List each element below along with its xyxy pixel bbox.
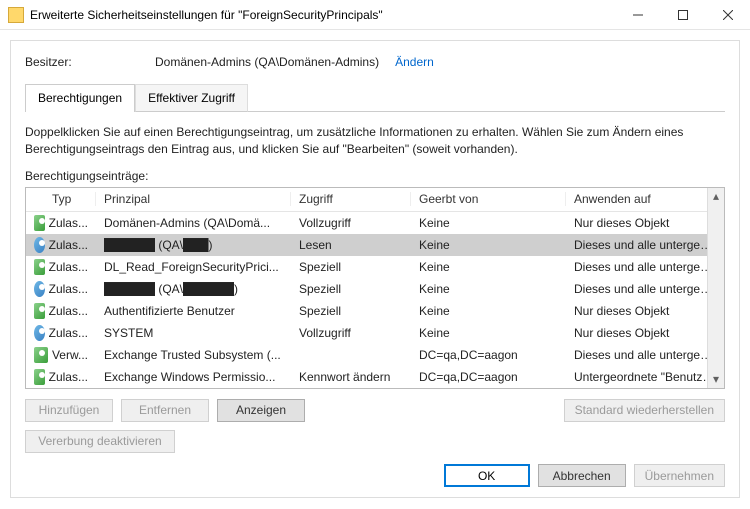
user-icon (34, 281, 45, 297)
cell-inherited: Keine (411, 216, 566, 230)
cell-apply: Nur dieses Objekt (566, 216, 724, 230)
group-icon (34, 215, 45, 231)
window-controls (615, 0, 750, 29)
cell-apply: Dieses und alle untergeordnet... (566, 348, 724, 362)
user-icon (34, 237, 45, 253)
col-type[interactable]: Typ (26, 192, 96, 206)
folder-icon (8, 7, 24, 23)
main-panel: Besitzer: Domänen-Admins (QA\Domänen-Adm… (10, 40, 740, 498)
scroll-up-icon[interactable]: ▴ (708, 188, 724, 205)
col-apply[interactable]: Anwenden auf (566, 192, 724, 206)
cell-principal: Domänen-Admins (QA\Domä... (96, 216, 291, 230)
cell-inherited: Keine (411, 260, 566, 274)
cell-inherited: Keine (411, 282, 566, 296)
owner-change-link[interactable]: Ändern (395, 55, 434, 69)
cell-type: Zulas... (49, 216, 88, 230)
entries-label: Berechtigungseinträge: (25, 169, 725, 183)
apply-button[interactable]: Übernehmen (634, 464, 725, 487)
ok-button[interactable]: OK (444, 464, 530, 487)
table-row[interactable]: Zulas... Authentifizierte BenutzerSpeziel… (26, 300, 724, 322)
col-access[interactable]: Zugriff (291, 192, 411, 206)
table-row[interactable]: Zulas... SYSTEMVollzugriffKeineNur dieses… (26, 322, 724, 344)
cell-principal: ██████ (QA\███) (96, 238, 291, 252)
cancel-button[interactable]: Abbrechen (538, 464, 626, 487)
cell-access: Speziell (291, 304, 411, 318)
dialog-footer: OK Abbrechen Übernehmen (25, 454, 725, 487)
col-inherited[interactable]: Geerbt von (411, 192, 566, 206)
user-icon (34, 325, 45, 341)
cell-principal: Exchange Trusted Subsystem (... (96, 348, 291, 362)
cell-type: Zulas... (49, 304, 88, 318)
table-row[interactable]: Zulas... ██████ (QA\██████)SpeziellKeineD… (26, 278, 724, 300)
cell-access: Speziell (291, 260, 411, 274)
minimize-button[interactable] (615, 0, 660, 29)
owner-value: Domänen-Admins (QA\Domänen-Admins) (155, 55, 379, 69)
cell-principal: ██████ (QA\██████) (96, 282, 291, 296)
owner-label: Besitzer: (25, 55, 155, 69)
cell-inherited: Keine (411, 238, 566, 252)
cell-type: Zulas... (49, 326, 88, 340)
cell-principal: Exchange Windows Permissio... (96, 370, 291, 384)
cell-type: Zulas... (49, 260, 88, 274)
cell-inherited: Keine (411, 326, 566, 340)
cell-access: Speziell (291, 282, 411, 296)
view-button[interactable]: Anzeigen (217, 399, 305, 422)
cell-type: Zulas... (49, 370, 88, 384)
group-icon (34, 259, 45, 275)
disable-inheritance-button[interactable]: Vererbung deaktivieren (25, 430, 175, 453)
table-row[interactable]: Zulas... Exchange Windows Permissio...Ken… (26, 366, 724, 388)
owner-row: Besitzer: Domänen-Admins (QA\Domänen-Adm… (25, 55, 725, 69)
cell-principal: SYSTEM (96, 326, 291, 340)
cell-access: Vollzugriff (291, 216, 411, 230)
cell-apply: Untergeordnete "Benutzer"-O... (566, 370, 724, 384)
tabs: Berechtigungen Effektiver Zugriff (25, 83, 725, 112)
cell-type: Zulas... (49, 282, 88, 296)
cell-apply: Dieses und alle untergeordnet... (566, 282, 724, 296)
group-icon (34, 347, 48, 363)
table-row[interactable]: Zulas... DL_Read_ForeignSecurityPrici...S… (26, 256, 724, 278)
scrollbar[interactable]: ▴ ▾ (707, 188, 724, 388)
cell-apply: Nur dieses Objekt (566, 304, 724, 318)
table-row[interactable]: Zulas... ██████ (QA\███)LesenKeineDieses … (26, 234, 724, 256)
cell-inherited: DC=qa,DC=aagon (411, 348, 566, 362)
group-icon (34, 369, 45, 385)
scroll-down-icon[interactable]: ▾ (708, 371, 724, 388)
cell-type: Verw... (52, 348, 88, 362)
cell-access: Kennwort ändern (291, 370, 411, 384)
cell-principal: Authentifizierte Benutzer (96, 304, 291, 318)
action-buttons-row: Hinzufügen Entfernen Anzeigen Standard w… (25, 399, 725, 422)
cell-apply: Nur dieses Objekt (566, 326, 724, 340)
titlebar: Erweiterte Sicherheitseinstellungen für … (0, 0, 750, 30)
cell-apply: Dieses und alle untergeordnet... (566, 260, 724, 274)
cell-access: Vollzugriff (291, 326, 411, 340)
help-text: Doppelklicken Sie auf einen Berechtigung… (25, 124, 725, 159)
table-row[interactable]: Zulas...████████████Kennwort ändernDC=qa… (26, 388, 724, 389)
table-row[interactable]: Zulas... Domänen-Admins (QA\Domä...Vollzu… (26, 212, 724, 234)
remove-button[interactable]: Entfernen (121, 399, 209, 422)
tab-permissions[interactable]: Berechtigungen (25, 84, 135, 112)
group-icon (34, 303, 45, 319)
cell-access: Lesen (291, 238, 411, 252)
cell-inherited: DC=qa,DC=aagon (411, 370, 566, 384)
close-button[interactable] (705, 0, 750, 29)
cell-apply: Dieses und alle untergeordnet... (566, 238, 724, 252)
permissions-list[interactable]: Typ Prinzipal Zugriff Geerbt von Anwende… (25, 187, 725, 389)
cell-type: Zulas... (49, 238, 88, 252)
list-header: Typ Prinzipal Zugriff Geerbt von Anwende… (26, 188, 724, 212)
restore-defaults-button[interactable]: Standard wiederherstellen (564, 399, 725, 422)
cell-inherited: Keine (411, 304, 566, 318)
tab-effective-access[interactable]: Effektiver Zugriff (135, 84, 248, 112)
maximize-button[interactable] (660, 0, 705, 29)
cell-principal: DL_Read_ForeignSecurityPrici... (96, 260, 291, 274)
add-button[interactable]: Hinzufügen (25, 399, 113, 422)
table-row[interactable]: Verw... Exchange Trusted Subsystem (... DC… (26, 344, 724, 366)
window-title: Erweiterte Sicherheitseinstellungen für … (30, 8, 615, 22)
col-principal[interactable]: Prinzipal (96, 192, 291, 206)
inherit-row: Vererbung deaktivieren (25, 430, 725, 453)
